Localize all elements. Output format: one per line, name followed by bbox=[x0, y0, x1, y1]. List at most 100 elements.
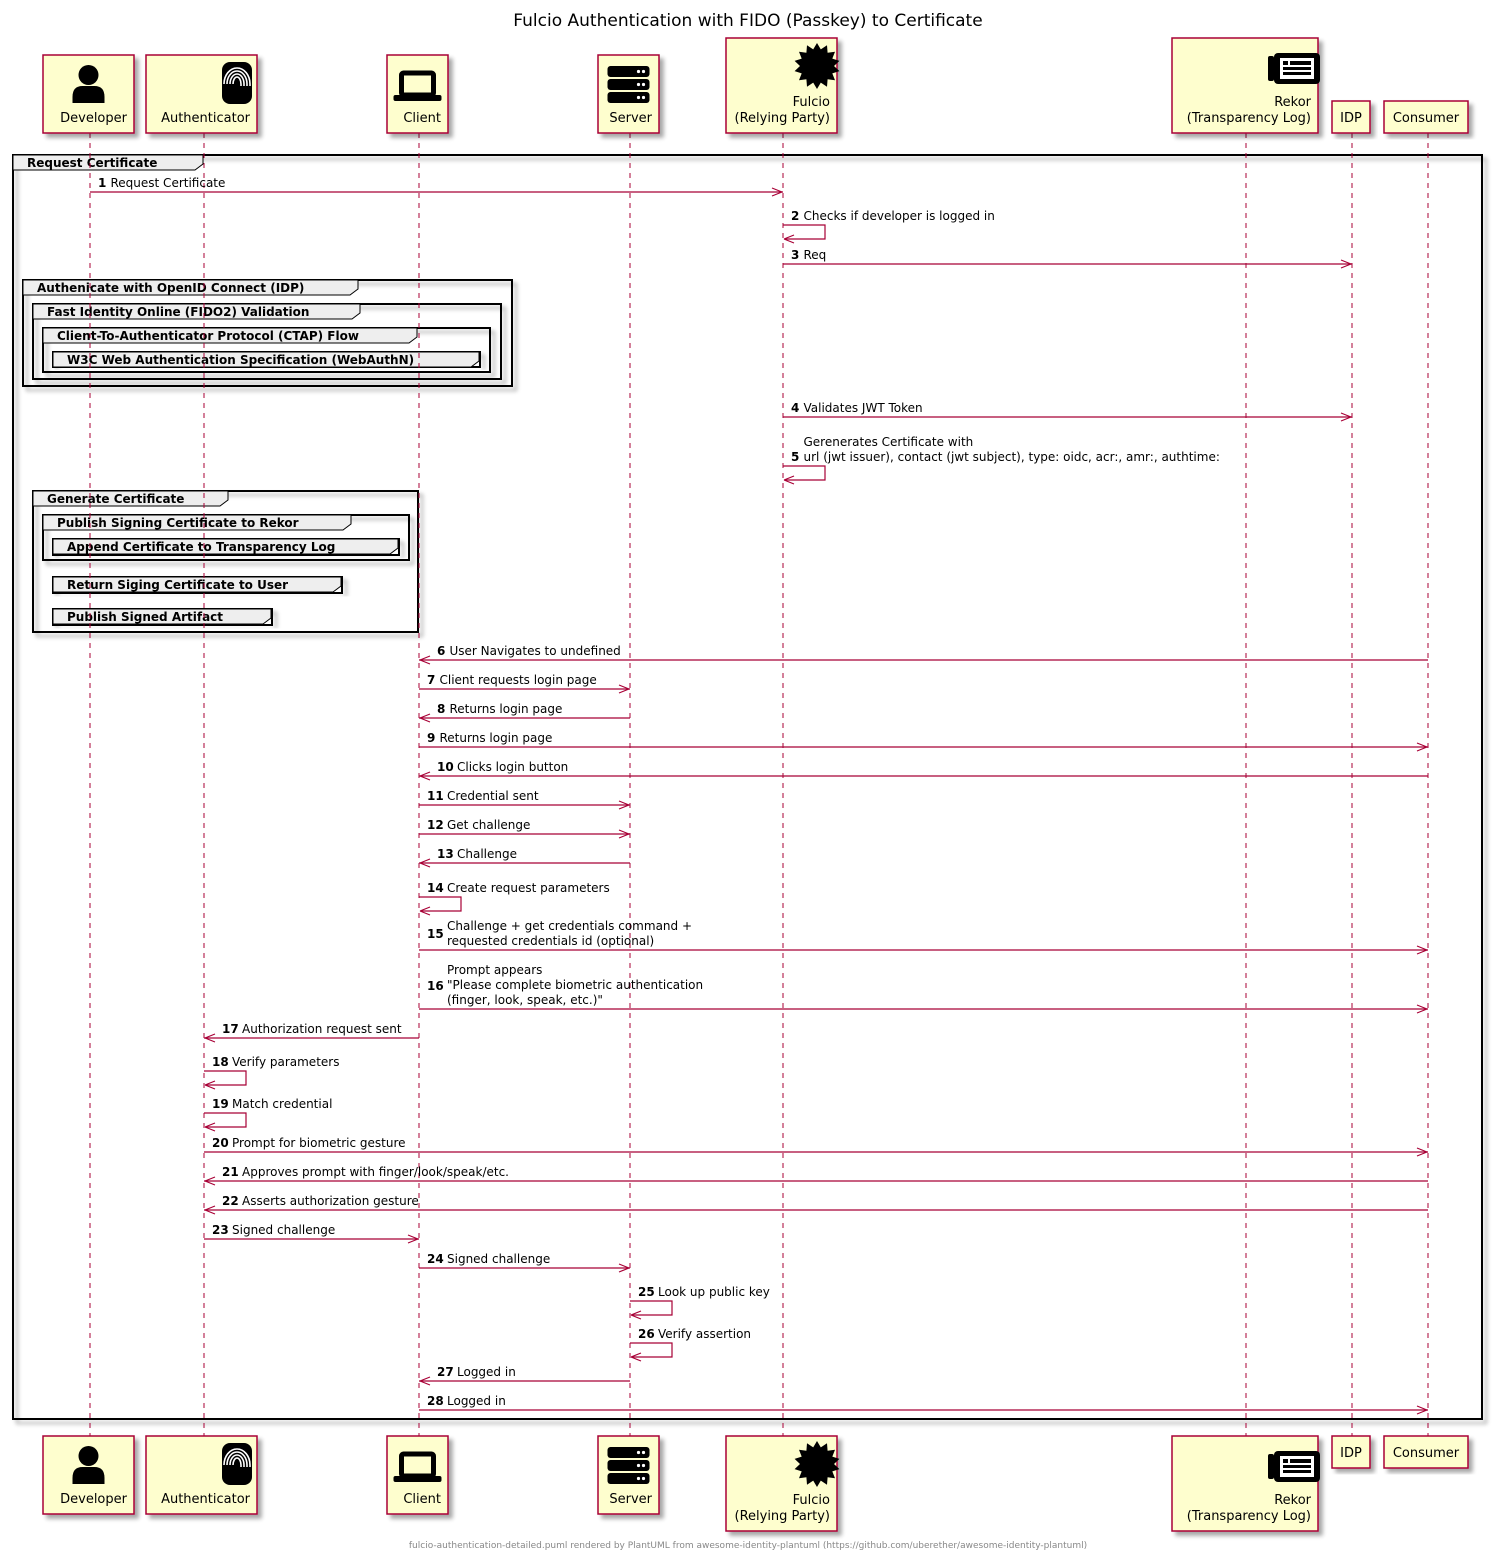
message-label: Match credential bbox=[232, 1097, 332, 1111]
message-label: User Navigates to undefined bbox=[450, 644, 621, 658]
message-25: 25 Look up public key bbox=[630, 1285, 770, 1320]
participant-authenticator-bottom: Authenticator bbox=[145, 1435, 258, 1515]
participant-rekor-top: Rekor(Transparency Log) bbox=[1171, 37, 1320, 134]
group-label: Client-To-Authenticator Protocol (CTAP) … bbox=[57, 329, 359, 343]
group-label: Generate Certificate bbox=[47, 492, 184, 506]
message-label: Asserts authorization gesture bbox=[242, 1194, 419, 1208]
participant-idp-bottom: IDP bbox=[1331, 1435, 1371, 1469]
message-8: 8 Returns login page bbox=[419, 702, 630, 723]
message-label: Validates JWT Token bbox=[804, 401, 923, 415]
message-number: 24 bbox=[427, 1252, 444, 1266]
group-frame: Publish Signed Artifact bbox=[52, 608, 273, 626]
participant-developer-top: Developer bbox=[42, 54, 135, 134]
message-number: 8 bbox=[437, 702, 445, 716]
participant-label: Authenticator bbox=[161, 1492, 251, 1507]
message-number: 20 bbox=[212, 1136, 229, 1150]
message-5: 5 Gerenerates Certificate withurl (jwt is… bbox=[783, 435, 1220, 485]
message-number: 10 bbox=[437, 760, 454, 774]
sequence-diagram: Fulcio Authentication with FIDO (Passkey… bbox=[12, 11, 1483, 1551]
message-19: 19 Match credential bbox=[204, 1097, 332, 1132]
participant-label: Consumer bbox=[1393, 1446, 1460, 1461]
diagram-footer: fulcio-authentication-detailed.puml rend… bbox=[409, 1541, 1087, 1551]
message-2: 2 Checks if developer is logged in bbox=[783, 209, 995, 244]
message-13: 13 Challenge bbox=[419, 847, 630, 868]
message-label: Verify parameters bbox=[232, 1055, 339, 1069]
message-label: Client requests login page bbox=[440, 673, 597, 687]
message-label: Approves prompt with finger/look/speak/e… bbox=[242, 1165, 509, 1179]
message-6: 6 User Navigates to undefined bbox=[419, 644, 1428, 665]
participant-server-bottom: Server bbox=[597, 1435, 660, 1515]
log-icon bbox=[1268, 1451, 1320, 1482]
participant-server-top: Server bbox=[597, 54, 660, 134]
message-label: Challenge bbox=[457, 847, 517, 861]
message-label: Signed challenge bbox=[232, 1223, 335, 1237]
participant-label: Server bbox=[609, 111, 652, 126]
fingerprint-icon bbox=[222, 62, 252, 104]
message-20: 20 Prompt for biometric gesture bbox=[204, 1136, 1428, 1157]
message-number: 18 bbox=[212, 1055, 229, 1069]
message-label: Prompt appears bbox=[447, 963, 542, 977]
message-number: 28 bbox=[427, 1394, 444, 1408]
participant-label: Fulcio bbox=[793, 1493, 830, 1508]
participant-authenticator-top: Authenticator bbox=[145, 54, 258, 134]
participant-fulcio-bottom: Fulcio(Relying Party) bbox=[725, 1435, 840, 1532]
message-label: Logged in bbox=[447, 1394, 506, 1408]
message-number: 27 bbox=[437, 1365, 454, 1379]
message-number: 25 bbox=[638, 1285, 655, 1299]
participant-label: Rekor bbox=[1274, 95, 1311, 110]
message-label: Logged in bbox=[457, 1365, 516, 1379]
group-label: Authenicate with OpenID Connect (IDP) bbox=[37, 281, 304, 295]
participant-label: Developer bbox=[60, 111, 128, 126]
message-number: 1 bbox=[98, 176, 106, 190]
participant-label: (Relying Party) bbox=[735, 111, 831, 126]
message-22: 22 Asserts authorization gesture bbox=[204, 1194, 1428, 1215]
message-number: 3 bbox=[791, 248, 799, 262]
message-label: Checks if developer is logged in bbox=[804, 209, 995, 223]
message-label: "Please complete biometric authenticatio… bbox=[447, 978, 703, 992]
participant-label: Consumer bbox=[1393, 111, 1460, 126]
group-label: Append Certificate to Transparency Log bbox=[67, 540, 335, 554]
participant-label: Rekor bbox=[1274, 1493, 1311, 1508]
message-number: 4 bbox=[791, 401, 799, 415]
group-label: Publish Signing Certificate to Rekor bbox=[57, 516, 299, 530]
participant-label: Client bbox=[403, 1492, 441, 1507]
fingerprint-icon bbox=[222, 1443, 252, 1485]
message-3: 3 Req bbox=[783, 248, 1352, 269]
message-28: 28 Logged in bbox=[419, 1394, 1428, 1415]
message-label: requested credentials id (optional) bbox=[447, 934, 654, 948]
message-number: 26 bbox=[638, 1327, 655, 1341]
message-label: Gerenerates Certificate with bbox=[804, 435, 974, 449]
participant-label: (Relying Party) bbox=[735, 1509, 831, 1524]
group-frame: W3C Web Authentication Specification (We… bbox=[52, 351, 481, 368]
message-label: Returns login page bbox=[440, 731, 553, 745]
participant-label: Developer bbox=[60, 1492, 128, 1507]
message-number: 11 bbox=[427, 789, 444, 803]
participant-client-top: Client bbox=[386, 54, 449, 134]
message-label: Get challenge bbox=[447, 818, 530, 832]
participant-idp-top: IDP bbox=[1331, 100, 1371, 134]
participants-layer: Developer Developer Authenticator Authentic… bbox=[42, 37, 1469, 1532]
message-label: Look up public key bbox=[658, 1285, 770, 1299]
message-number: 22 bbox=[222, 1194, 239, 1208]
message-number: 17 bbox=[222, 1022, 239, 1036]
message-label: Clicks login button bbox=[457, 760, 568, 774]
group-label: W3C Web Authentication Specification (We… bbox=[67, 353, 414, 367]
message-12: 12 Get challenge bbox=[419, 818, 630, 839]
message-10: 10 Clicks login button bbox=[419, 760, 1428, 781]
message-14: 14 Create request parameters bbox=[419, 881, 610, 916]
server-icon bbox=[607, 1447, 650, 1484]
message-number: 14 bbox=[427, 881, 444, 895]
message-label: Verify assertion bbox=[658, 1327, 751, 1341]
group-frame: Return Siging Certificate to User bbox=[52, 576, 343, 594]
message-label: Authorization request sent bbox=[242, 1022, 402, 1036]
message-16: 16Prompt appears"Please complete biometr… bbox=[419, 963, 1428, 1014]
message-27: 27 Logged in bbox=[419, 1365, 630, 1386]
group-label: Return Siging Certificate to User bbox=[67, 578, 288, 592]
message-number: 16 bbox=[427, 979, 444, 993]
message-number: 23 bbox=[212, 1223, 229, 1237]
message-26: 26 Verify assertion bbox=[630, 1327, 751, 1362]
message-label: Challenge + get credentials command + bbox=[447, 919, 692, 933]
message-number: 2 bbox=[791, 209, 799, 223]
participant-label: Client bbox=[403, 111, 441, 126]
message-21: 21 Approves prompt with finger/look/speak… bbox=[204, 1165, 1428, 1186]
